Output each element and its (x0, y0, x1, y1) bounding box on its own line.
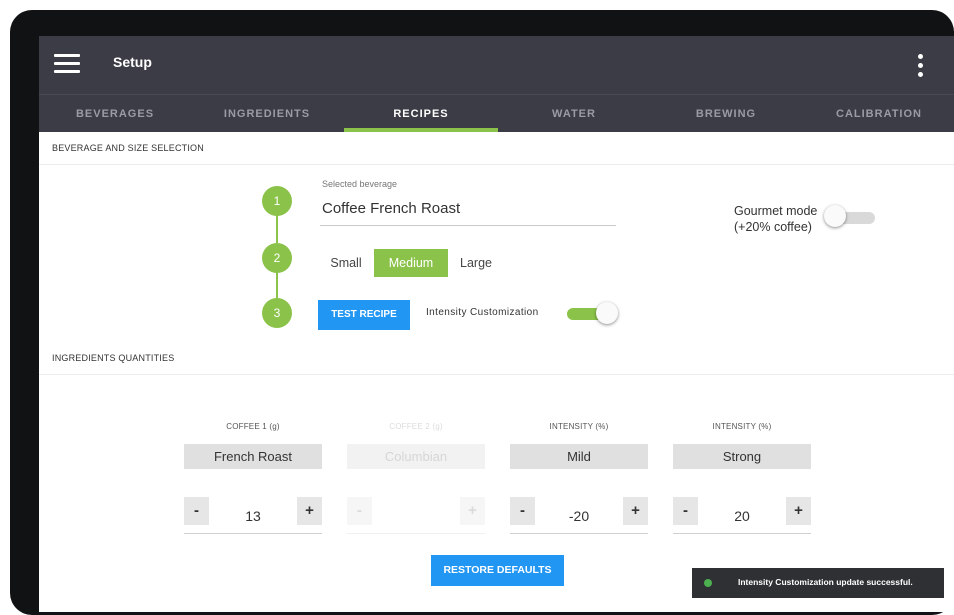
quantity-value[interactable]: 13 (209, 508, 297, 524)
beverage-section-heading: BEVERAGE AND SIZE SELECTION (39, 132, 954, 165)
step-3-badge: 3 (262, 298, 292, 328)
toggle-knob[interactable] (596, 302, 618, 324)
coffee-2-select: Columbian (347, 444, 485, 469)
selected-beverage-underline (320, 225, 616, 226)
size-large-button[interactable]: Large (451, 249, 501, 277)
intensity-customization-label: Intensity Customization (426, 307, 539, 318)
intensity-mild-select[interactable]: Mild (510, 444, 648, 469)
increment-button[interactable]: + (297, 497, 322, 525)
increment-button: + (460, 497, 485, 525)
snackbar-toast: Intensity Customization update successfu… (692, 568, 944, 598)
intensity-strong-stepper: - 20 + (673, 497, 811, 534)
size-small-button[interactable]: Small (321, 249, 371, 277)
increment-button[interactable]: + (623, 497, 648, 525)
intensity-mild-stepper: - -20 + (510, 497, 648, 534)
intensity-strong-select[interactable]: Strong (673, 444, 811, 469)
gourmet-mode-subtitle: (+20% coffee) (734, 220, 812, 234)
app-title: Setup (113, 54, 152, 70)
selected-beverage-label: Selected beverage (322, 179, 398, 189)
size-medium-button[interactable]: Medium (374, 249, 448, 277)
tab-bar: BEVERAGES INGREDIENTS RECIPES WATER BREW… (39, 94, 954, 132)
tab-calibration[interactable]: CALIBRATION (802, 95, 954, 133)
tab-beverages[interactable]: BEVERAGES (39, 95, 191, 133)
test-recipe-button[interactable]: TEST RECIPE (318, 300, 410, 330)
menu-icon[interactable] (54, 54, 80, 74)
tab-water[interactable]: WATER (498, 95, 650, 133)
coffee-1-label: COFFEE 1 (g) (226, 422, 280, 431)
decrement-button: - (347, 497, 372, 525)
quantity-value[interactable]: -20 (535, 508, 623, 524)
tablet-frame: Setup BEVERAGES INGREDIENTS RECIPES WATE… (10, 10, 954, 615)
tab-brewing[interactable]: BREWING (650, 95, 802, 133)
toast-message: Intensity Customization update successfu… (738, 577, 913, 587)
coffee-1-stepper: - 13 + (184, 497, 322, 534)
intensity-strong-label: INTENSITY (%) (712, 422, 772, 431)
step-2-badge: 2 (262, 243, 292, 273)
decrement-button[interactable]: - (510, 497, 535, 525)
quantity-value[interactable]: 20 (698, 508, 786, 524)
coffee-2-stepper: - + (347, 497, 485, 534)
tab-ingredients[interactable]: INGREDIENTS (191, 95, 343, 133)
decrement-button[interactable]: - (673, 497, 698, 525)
success-dot-icon (704, 579, 712, 587)
gourmet-mode-label: Gourmet mode (+20% coffee) (734, 203, 817, 235)
restore-defaults-button[interactable]: RESTORE DEFAULTS (431, 555, 564, 586)
app-bar: Setup (39, 36, 954, 94)
increment-button[interactable]: + (786, 497, 811, 525)
coffee-2-label: COFFEE 2 (g) (389, 422, 443, 431)
more-options-icon[interactable] (915, 54, 925, 80)
coffee-1-select[interactable]: French Roast (184, 444, 322, 469)
intensity-mild-label: INTENSITY (%) (549, 422, 609, 431)
decrement-button[interactable]: - (184, 497, 209, 525)
step-1-badge: 1 (262, 186, 292, 216)
selected-beverage-field[interactable]: Coffee French Roast (322, 200, 460, 217)
ingredients-section-heading: INGREDIENTS QUANTITIES (39, 342, 954, 375)
app-screen: Setup BEVERAGES INGREDIENTS RECIPES WATE… (39, 36, 954, 612)
toggle-knob[interactable] (824, 205, 846, 227)
gourmet-mode-title: Gourmet mode (734, 204, 818, 218)
